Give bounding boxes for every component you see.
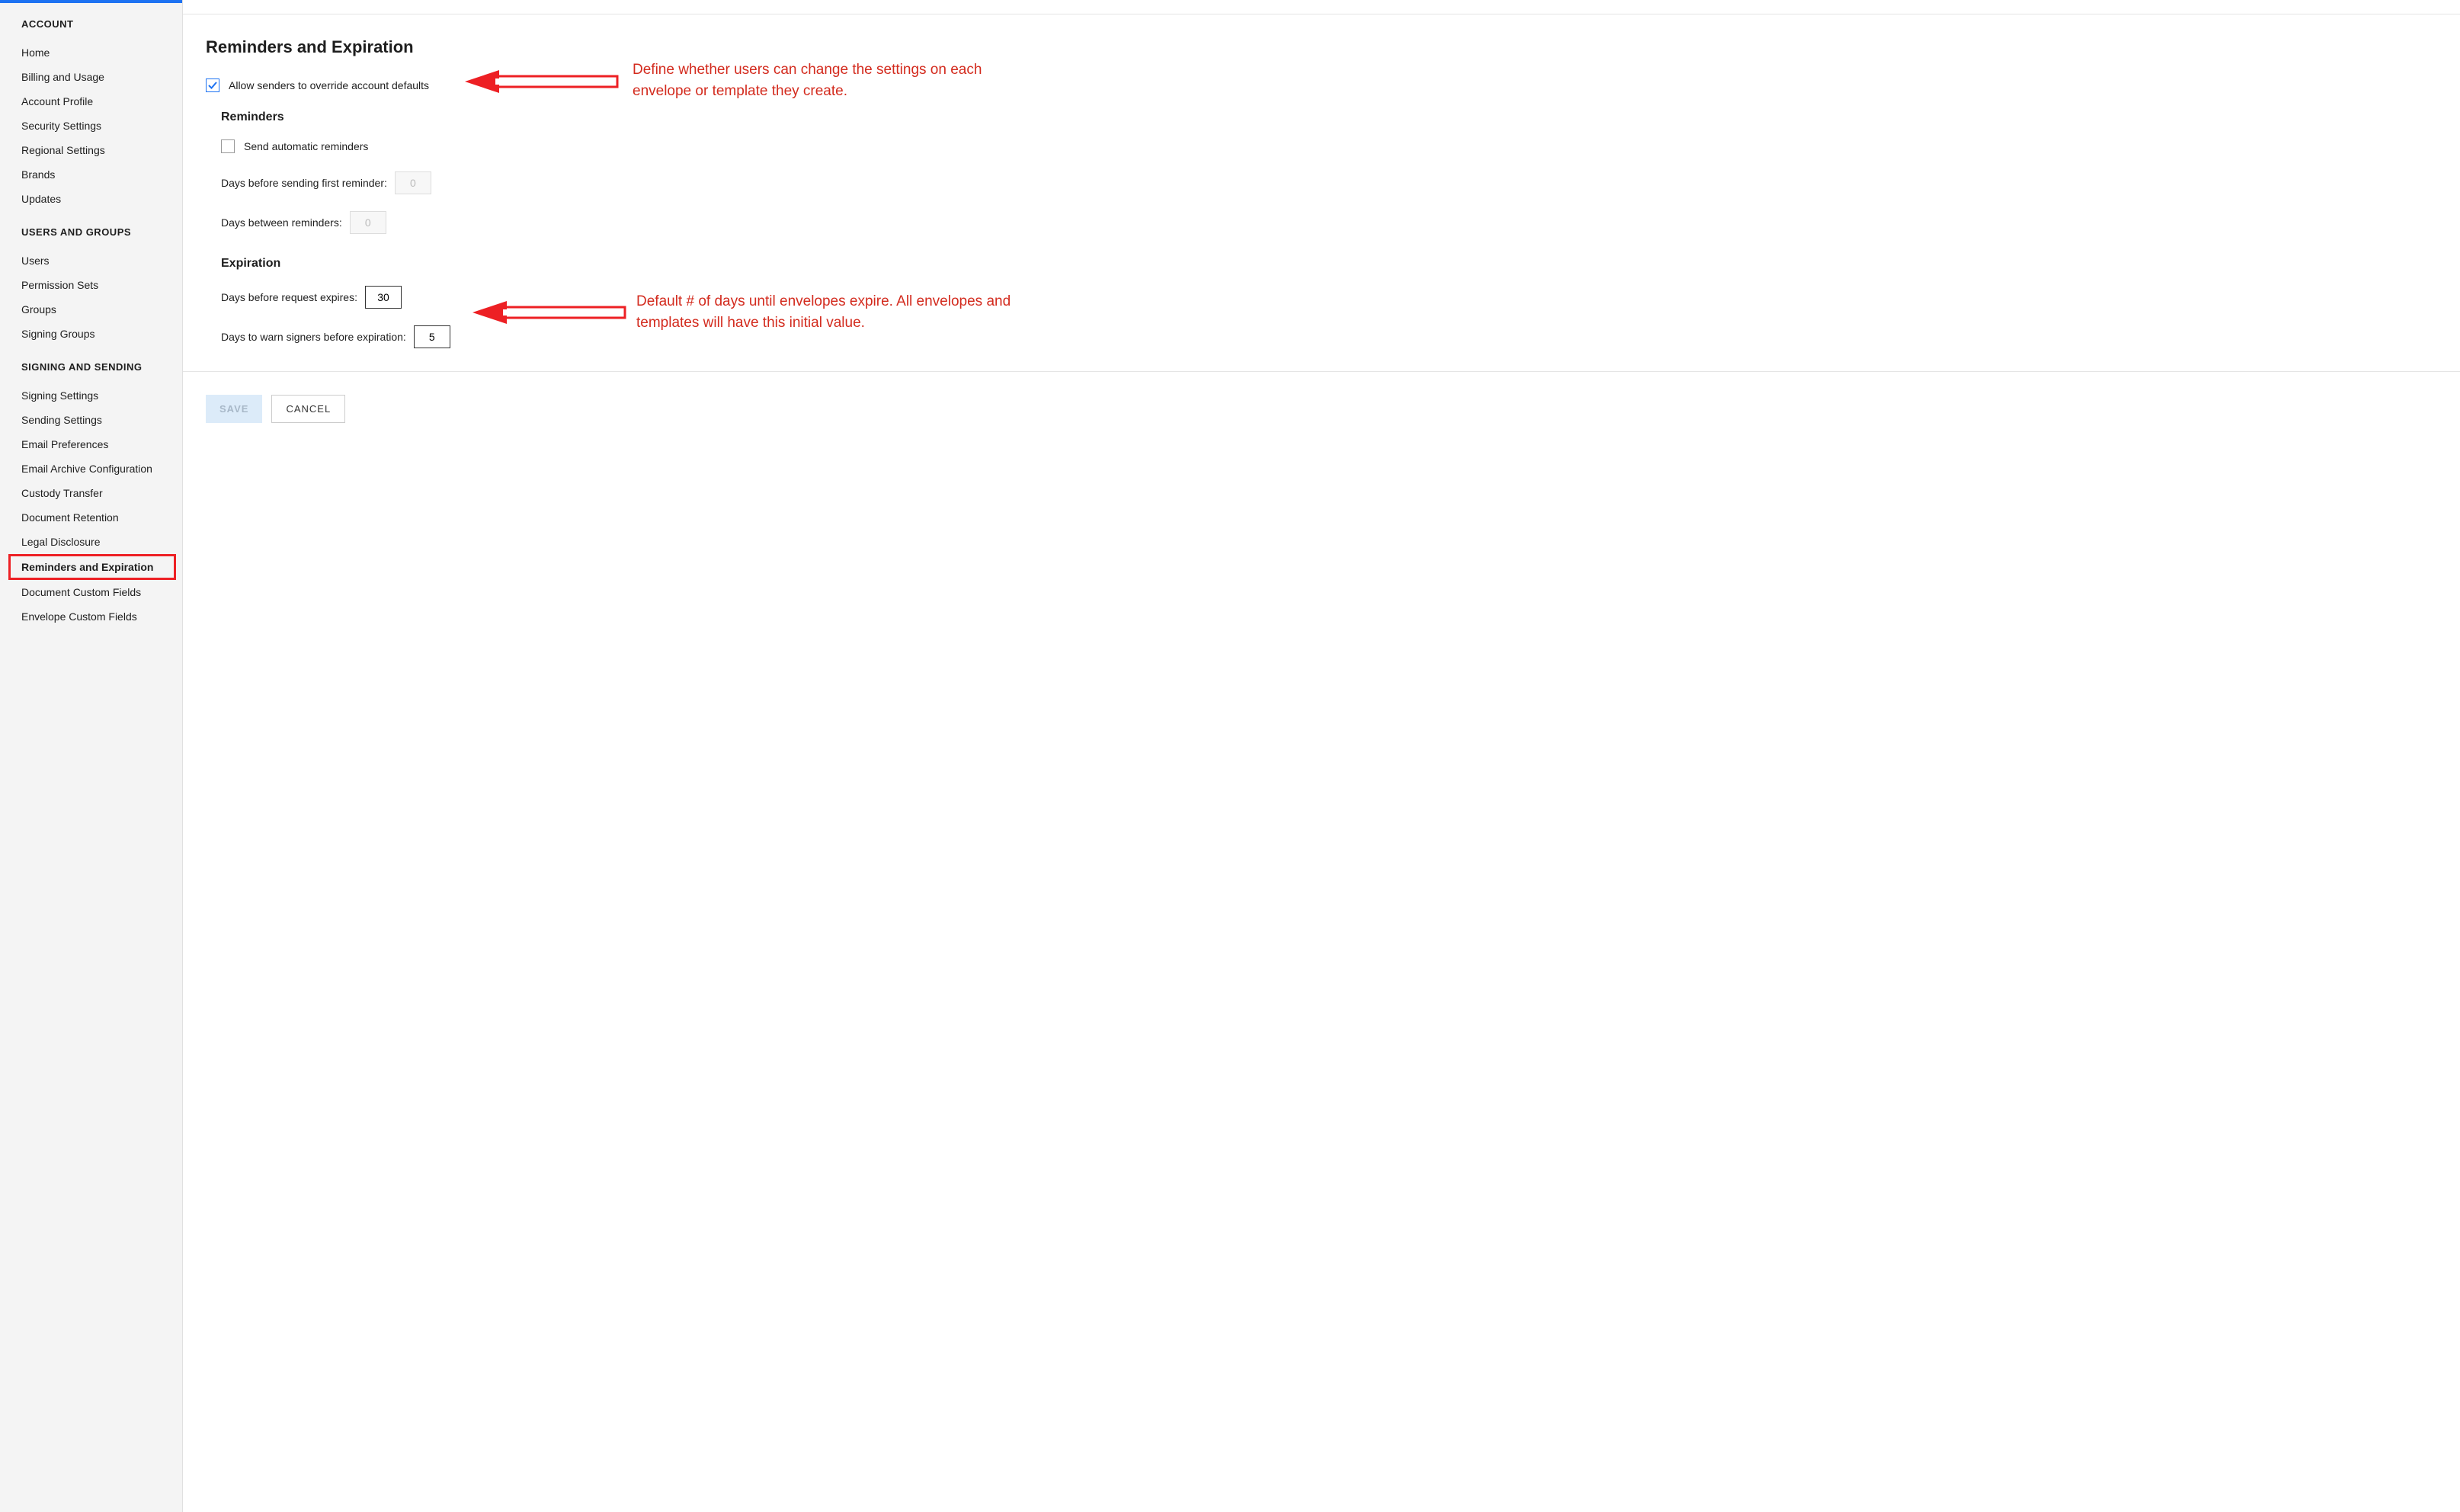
sidebar-item-permission-sets[interactable]: Permission Sets <box>21 273 182 297</box>
sidebar-item-reminders-expiration-highlight: Reminders and Expiration <box>8 554 176 580</box>
main-content: Reminders and Expiration Allow senders t… <box>183 0 2460 1512</box>
sidebar-item-regional-settings[interactable]: Regional Settings <box>21 138 182 162</box>
arrow-left-icon <box>457 69 625 99</box>
allow-override-label: Allow senders to override account defaul… <box>229 79 429 91</box>
sidebar-item-email-archive[interactable]: Email Archive Configuration <box>21 456 182 481</box>
expiration-title: Expiration <box>221 257 2437 271</box>
sidebar-item-billing-usage[interactable]: Billing and Usage <box>21 65 182 89</box>
sidebar-section-account: ACCOUNT Home Billing and Usage Account P… <box>0 3 182 211</box>
reminders-section: Reminders Send automatic reminders Days … <box>206 111 2437 234</box>
days-first-input[interactable] <box>395 171 431 194</box>
sidebar-item-brands[interactable]: Brands <box>21 162 182 187</box>
send-automatic-row: Send automatic reminders <box>221 139 2437 153</box>
sidebar-heading: USERS AND GROUPS <box>21 226 182 238</box>
page-title: Reminders and Expiration <box>206 37 2437 57</box>
sidebar-item-home[interactable]: Home <box>21 40 182 65</box>
days-warn-input[interactable] <box>414 325 450 348</box>
sidebar-item-groups[interactable]: Groups <box>21 297 182 322</box>
sidebar-item-legal-disclosure[interactable]: Legal Disclosure <box>21 530 182 554</box>
sidebar-item-security-settings[interactable]: Security Settings <box>21 114 182 138</box>
allow-override-checkbox[interactable] <box>206 78 219 92</box>
days-before-label: Days before request expires: <box>221 291 357 303</box>
sidebar-heading: SIGNING AND SENDING <box>21 361 182 373</box>
sidebar-item-document-custom-fields[interactable]: Document Custom Fields <box>21 580 182 604</box>
days-warn-label: Days to warn signers before expiration: <box>221 331 406 343</box>
sidebar-item-users[interactable]: Users <box>21 248 182 273</box>
days-first-row: Days before sending first reminder: <box>221 171 2437 194</box>
button-row: SAVE CANCEL <box>183 395 2460 423</box>
annotation-text-2: Default # of days until envelopes expire… <box>636 291 1040 333</box>
days-between-label: Days between reminders: <box>221 216 342 229</box>
days-between-row: Days between reminders: <box>221 211 2437 234</box>
days-between-input[interactable] <box>350 211 386 234</box>
sidebar-heading: ACCOUNT <box>21 18 182 30</box>
sidebar-item-signing-groups[interactable]: Signing Groups <box>21 322 182 346</box>
days-first-label: Days before sending first reminder: <box>221 177 387 189</box>
sidebar-section-signing-sending: SIGNING AND SENDING Signing Settings Sen… <box>0 346 182 629</box>
check-icon <box>207 80 218 91</box>
reminders-title: Reminders <box>221 111 2437 124</box>
sidebar-item-document-retention[interactable]: Document Retention <box>21 505 182 530</box>
sidebar-item-reminders-expiration[interactable]: Reminders and Expiration <box>21 559 168 575</box>
sidebar: ACCOUNT Home Billing and Usage Account P… <box>0 0 183 1512</box>
sidebar-item-email-preferences[interactable]: Email Preferences <box>21 432 182 456</box>
sidebar-item-account-profile[interactable]: Account Profile <box>21 89 182 114</box>
arrow-left-icon <box>465 300 633 330</box>
sidebar-item-signing-settings[interactable]: Signing Settings <box>21 383 182 408</box>
sidebar-item-custody-transfer[interactable]: Custody Transfer <box>21 481 182 505</box>
divider <box>183 371 2460 372</box>
send-automatic-checkbox[interactable] <box>221 139 235 153</box>
sidebar-item-envelope-custom-fields[interactable]: Envelope Custom Fields <box>21 604 182 629</box>
send-automatic-label: Send automatic reminders <box>244 140 368 152</box>
sidebar-item-updates[interactable]: Updates <box>21 187 182 211</box>
annotation-text-1: Define whether users can change the sett… <box>633 59 1021 101</box>
days-before-input[interactable] <box>365 286 402 309</box>
save-button[interactable]: SAVE <box>206 395 262 423</box>
sidebar-item-sending-settings[interactable]: Sending Settings <box>21 408 182 432</box>
cancel-button[interactable]: CANCEL <box>271 395 345 423</box>
sidebar-section-users-groups: USERS AND GROUPS Users Permission Sets G… <box>0 211 182 346</box>
